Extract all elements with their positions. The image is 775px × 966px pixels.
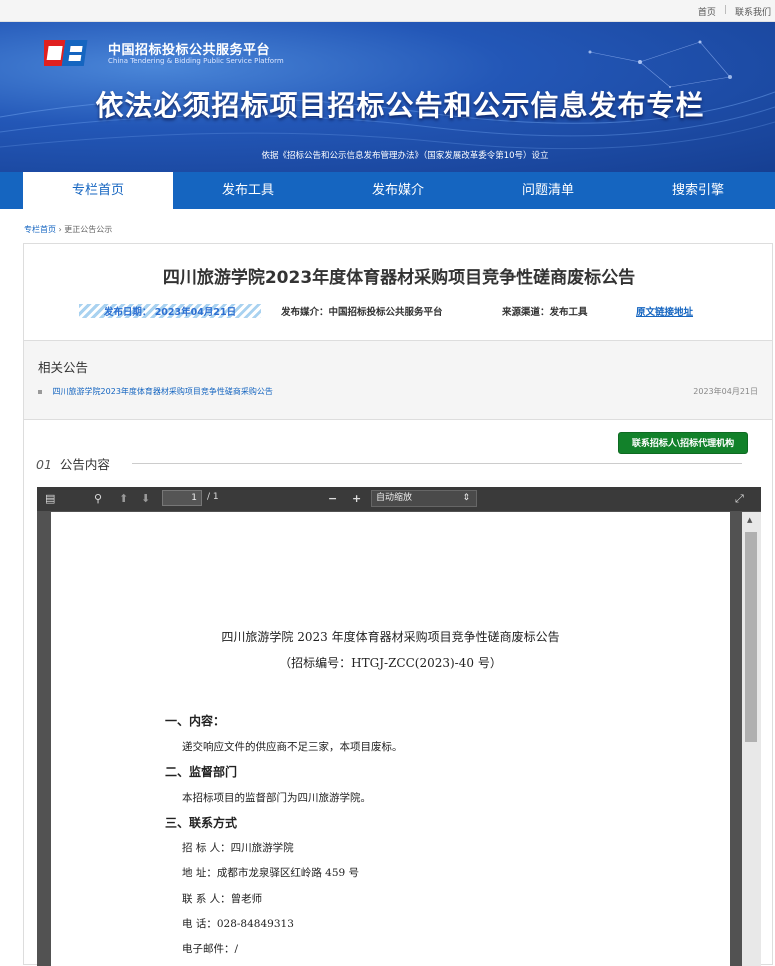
page-number-input[interactable]: 1: [162, 490, 202, 506]
contact-us-link[interactable]: 联系我们: [735, 5, 771, 18]
doc-email: 电子邮件：/: [182, 943, 239, 955]
header-banner: 中国招标投标公共服务平台 China Tendering & Bidding P…: [0, 22, 775, 172]
scrollbar-thumb[interactable]: [745, 532, 757, 742]
original-link[interactable]: 原文链接地址: [636, 304, 693, 318]
doc-section2-text: 本招标项目的监督部门为四川旅游学院。: [182, 792, 371, 804]
related-item-title[interactable]: 四川旅游学院2023年度体育器材采购项目竞争性磋商采购公告: [53, 387, 273, 396]
section-number: 01: [36, 457, 52, 472]
breadcrumb-home[interactable]: 专栏首页: [24, 225, 56, 234]
platform-logo-icon[interactable]: [44, 36, 100, 70]
zoom-select[interactable]: 自动缩放 ⇕: [371, 490, 477, 507]
publish-media: 发布媒介：中国招标投标公共服务平台: [281, 307, 443, 318]
breadcrumb-current: 更正公告公示: [64, 225, 113, 234]
platform-name-cn: 中国招标投标公共服务平台: [108, 43, 271, 58]
chevron-updown-icon: ⇕: [462, 493, 470, 503]
zoom-out-icon[interactable]: −: [328, 492, 337, 505]
publish-date: 发布日期： 2023年04月21日: [79, 304, 261, 318]
nav-faq-list[interactable]: 问题清单: [473, 172, 623, 209]
doc-section3-heading: 三、联系方式: [165, 816, 238, 830]
platform-name-en: China Tendering & Bidding Public Service…: [108, 57, 284, 65]
contact-tenderer-button[interactable]: 联系招标人\招标代理机构: [618, 432, 748, 454]
nav-home[interactable]: 专栏首页: [23, 172, 173, 209]
divider: |: [723, 5, 727, 15]
doc-section1-text: 递交响应文件的供应商不足三家，本项目废标。: [182, 741, 403, 753]
top-links: 首页 | 联系我们: [698, 5, 771, 18]
prev-page-icon[interactable]: ⬆: [119, 492, 128, 505]
zoom-value: 自动缩放: [376, 493, 413, 503]
notice-title: 四川旅游学院2023年度体育器材采购项目竞争性磋商废标公告: [162, 268, 636, 288]
page-subtitle: 依据《招标公告和公示信息发布管理办法》（国家发展改革委令第10号）设立: [261, 151, 549, 161]
pdf-scrollbar[interactable]: ▲: [742, 512, 761, 966]
doc-address: 地 址：成都市龙泉驿区红岭路 459 号: [182, 867, 360, 879]
doc-section1-heading: 一、内容：: [165, 714, 226, 728]
doc-tenderer: 招 标 人：四川旅游学院: [182, 842, 294, 854]
related-heading: 相关公告: [38, 360, 89, 375]
home-link[interactable]: 首页: [698, 5, 716, 18]
nav-publish-media[interactable]: 发布媒介: [323, 172, 473, 209]
doc-section2-heading: 二、监督部门: [165, 765, 238, 779]
bullet-icon: [38, 389, 42, 394]
section-divider: [132, 463, 742, 464]
doc-phone: 电 话：028-84849313: [182, 918, 294, 930]
related-notices: 相关公告 四川旅游学院2023年度体育器材采购项目竞争性磋商采购公告 2023年…: [24, 340, 772, 420]
pdf-toolbar: ▤ ⚲ ⬆ ⬇ 1 / 1 − + 自动缩放 ⇕ ⤢: [37, 487, 761, 511]
related-item[interactable]: 四川旅游学院2023年度体育器材采购项目竞争性磋商采购公告 2023年04月21…: [38, 386, 758, 397]
doc-code: （招标编号：HTGJ-ZCC(2023)-40 号）: [279, 656, 502, 670]
breadcrumb: 专栏首页 › 更正公告公示: [24, 224, 112, 235]
pdf-page: 四川旅游学院 2023 年度体育器材采购项目竞争性磋商废标公告 （招标编号：HT…: [51, 512, 730, 966]
scroll-up-icon[interactable]: ▲: [747, 516, 752, 524]
doc-title: 四川旅游学院 2023 年度体育器材采购项目竞争性磋商废标公告: [221, 630, 560, 644]
nav-search-engine[interactable]: 搜索引擎: [623, 172, 773, 209]
fullscreen-icon[interactable]: ⤢: [735, 492, 744, 506]
nav-publish-tools[interactable]: 发布工具: [173, 172, 323, 209]
sidebar-toggle-icon[interactable]: ▤: [45, 492, 55, 505]
page-total: / 1: [207, 492, 219, 502]
top-utility-bar: 首页 | 联系我们: [0, 0, 775, 22]
notice-panel: 四川旅游学院2023年度体育器材采购项目竞争性磋商废标公告 发布日期： 2023…: [23, 243, 773, 966]
section-label: 公告内容: [59, 457, 110, 472]
publish-source: 来源渠道：发布工具: [502, 307, 588, 318]
search-icon[interactable]: ⚲: [94, 492, 102, 505]
related-item-date: 2023年04月21日: [693, 387, 758, 396]
content-section-heading: 01 公告内容: [36, 454, 110, 473]
breadcrumb-separator: ›: [58, 225, 62, 234]
zoom-in-icon[interactable]: +: [352, 492, 361, 505]
main-nav: 专栏首页 发布工具 发布媒介 问题清单 搜索引擎: [0, 172, 775, 209]
next-page-icon[interactable]: ⬇: [141, 492, 150, 505]
doc-contact-person: 联 系 人：曾老师: [182, 893, 263, 905]
page-title: 依法必须招标项目招标公告和公示信息发布专栏: [95, 89, 705, 122]
pdf-viewer: ▤ ⚲ ⬆ ⬇ 1 / 1 − + 自动缩放 ⇕ ⤢ 四川旅游学院 2023 年…: [37, 487, 761, 966]
